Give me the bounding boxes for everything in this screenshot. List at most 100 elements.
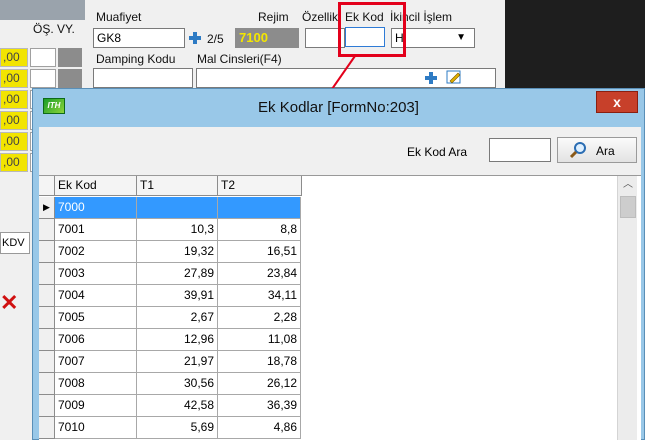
damping-kodu-label: Damping Kodu — [96, 52, 176, 66]
table-row[interactable]: 7004 39,91 34,11 — [55, 285, 302, 307]
cell-ek-kod[interactable]: 7009 — [55, 395, 137, 417]
yellow-value-cell[interactable]: ,00 — [0, 90, 28, 109]
cell-ek-kod[interactable]: 7002 — [55, 241, 137, 263]
delete-icon[interactable]: ✕ — [0, 288, 18, 318]
page-indicator: 2/5 — [207, 32, 224, 46]
minus-icon[interactable] — [424, 71, 438, 85]
table-row[interactable]: 7009 42,58 36,39 — [55, 395, 302, 417]
table-row[interactable]: 7006 12,96 11,08 — [55, 329, 302, 351]
yellow-value-cell[interactable]: ,00 — [0, 69, 28, 88]
dialog-titlebar[interactable]: ITH Ek Kodlar [FormNo:203] x — [33, 89, 644, 127]
table-row[interactable]: 7000 — [55, 197, 302, 219]
ek-kod-field[interactable] — [345, 27, 385, 47]
ozellik-field[interactable] — [305, 28, 345, 48]
search-icon — [568, 141, 588, 159]
column-header-t1[interactable]: T1 — [137, 176, 218, 196]
vertical-scrollbar[interactable]: ︿ — [617, 176, 637, 440]
current-row-arrow-icon[interactable]: ▶ — [39, 197, 55, 219]
row-indicator[interactable] — [39, 241, 55, 263]
mal-cinsleri-label: Mal Cinsleri(F4) — [197, 52, 282, 66]
search-input[interactable] — [489, 138, 551, 162]
cell-t2[interactable] — [218, 197, 301, 219]
cell-ek-kod[interactable]: 7000 — [55, 197, 137, 219]
cell-t1[interactable]: 10,3 — [137, 219, 218, 241]
column-header-os-vy: ÖŞ. VY. — [33, 22, 75, 36]
muafiyet-field[interactable]: GK8 — [93, 28, 185, 48]
row-indicator[interactable] — [39, 417, 55, 439]
muafiyet-label: Muafiyet — [96, 10, 142, 24]
gray-cell — [58, 48, 82, 67]
ikincil-islem-label: İkincil İşlem — [390, 10, 453, 24]
scrollbar-thumb[interactable] — [620, 196, 636, 218]
close-button[interactable]: x — [596, 91, 638, 113]
cell-t1[interactable]: 12,96 — [137, 329, 218, 351]
background-value-row: ,00 — [0, 69, 85, 89]
search-label: Ek Kod Ara — [407, 145, 468, 159]
column-header-t2[interactable]: T2 — [218, 176, 302, 196]
cell-ek-kod[interactable]: 7001 — [55, 219, 137, 241]
cell-t2[interactable]: 2,28 — [218, 307, 301, 329]
white-input-cell[interactable] — [30, 69, 56, 88]
row-indicator[interactable] — [39, 285, 55, 307]
rejim-field[interactable]: 7100 — [235, 28, 299, 48]
ek-kod-label: Ek Kod — [345, 10, 384, 24]
cell-t2[interactable]: 11,08 — [218, 329, 301, 351]
cell-ek-kod[interactable]: 7003 — [55, 263, 137, 285]
yellow-value-cell[interactable]: ,00 — [0, 111, 28, 130]
cell-t2[interactable]: 36,39 — [218, 395, 301, 417]
cell-t2[interactable]: 16,51 — [218, 241, 301, 263]
cell-ek-kod[interactable]: 7010 — [55, 417, 137, 439]
cell-t1[interactable]: 42,58 — [137, 395, 218, 417]
cell-t2[interactable]: 4,86 — [218, 417, 301, 439]
table-row[interactable]: 7010 5,69 4,86 — [55, 417, 302, 439]
cell-t2[interactable]: 34,11 — [218, 285, 301, 307]
table-row[interactable]: 7007 21,97 18,78 — [55, 351, 302, 373]
row-indicator[interactable] — [39, 329, 55, 351]
chevron-down-icon[interactable]: ▼ — [456, 29, 466, 47]
yellow-value-cell[interactable]: ,00 — [0, 153, 28, 172]
row-indicator[interactable] — [39, 373, 55, 395]
cell-t2[interactable]: 26,12 — [218, 373, 301, 395]
edit-icon[interactable] — [446, 69, 462, 85]
ikincil-islem-select[interactable]: H ▼ — [391, 28, 475, 48]
cell-t1[interactable]: 19,32 — [137, 241, 218, 263]
yellow-value-cell[interactable]: ,00 — [0, 132, 28, 151]
cell-t1[interactable]: 30,56 — [137, 373, 218, 395]
dialog-title: Ek Kodlar [FormNo:203] — [258, 99, 419, 116]
cell-t1[interactable]: 21,97 — [137, 351, 218, 373]
cell-t1[interactable]: 27,89 — [137, 263, 218, 285]
cell-ek-kod[interactable]: 7007 — [55, 351, 137, 373]
minus-icon[interactable] — [188, 31, 202, 45]
cell-t2[interactable]: 8,8 — [218, 219, 301, 241]
cell-ek-kod[interactable]: 7008 — [55, 373, 137, 395]
yellow-value-cell[interactable]: ,00 — [0, 48, 28, 67]
column-header-ek-kod[interactable]: Ek Kod — [55, 176, 137, 196]
cell-t1[interactable]: 39,91 — [137, 285, 218, 307]
cell-ek-kod[interactable]: 7004 — [55, 285, 137, 307]
left-header-strip — [0, 0, 85, 20]
cell-t1[interactable] — [137, 197, 218, 219]
cell-t1[interactable]: 5,69 — [137, 417, 218, 439]
search-button[interactable]: Ara — [557, 137, 637, 163]
table-row[interactable]: 7008 30,56 26,12 — [55, 373, 302, 395]
row-indicator[interactable] — [39, 395, 55, 417]
cell-t1[interactable]: 2,67 — [137, 307, 218, 329]
white-input-cell[interactable] — [30, 48, 56, 67]
scroll-up-arrow-icon[interactable]: ︿ — [618, 176, 638, 194]
row-indicator[interactable] — [39, 219, 55, 241]
table-row[interactable]: 7001 10,3 8,8 — [55, 219, 302, 241]
cell-t2[interactable]: 23,84 — [218, 263, 301, 285]
cell-ek-kod[interactable]: 7006 — [55, 329, 137, 351]
cell-ek-kod[interactable]: 7005 — [55, 307, 137, 329]
damping-kodu-field[interactable] — [93, 68, 193, 88]
rejim-label: Rejim — [258, 10, 289, 24]
gray-cell — [58, 69, 82, 88]
row-indicator[interactable] — [39, 351, 55, 373]
table-row[interactable]: 7005 2,67 2,28 — [55, 307, 302, 329]
cell-t2[interactable]: 18,78 — [218, 351, 301, 373]
table-row[interactable]: 7003 27,89 23,84 — [55, 263, 302, 285]
table-row[interactable]: 7002 19,32 16,51 — [55, 241, 302, 263]
row-indicator[interactable] — [39, 263, 55, 285]
row-indicator-header — [39, 176, 55, 196]
row-indicator[interactable] — [39, 307, 55, 329]
